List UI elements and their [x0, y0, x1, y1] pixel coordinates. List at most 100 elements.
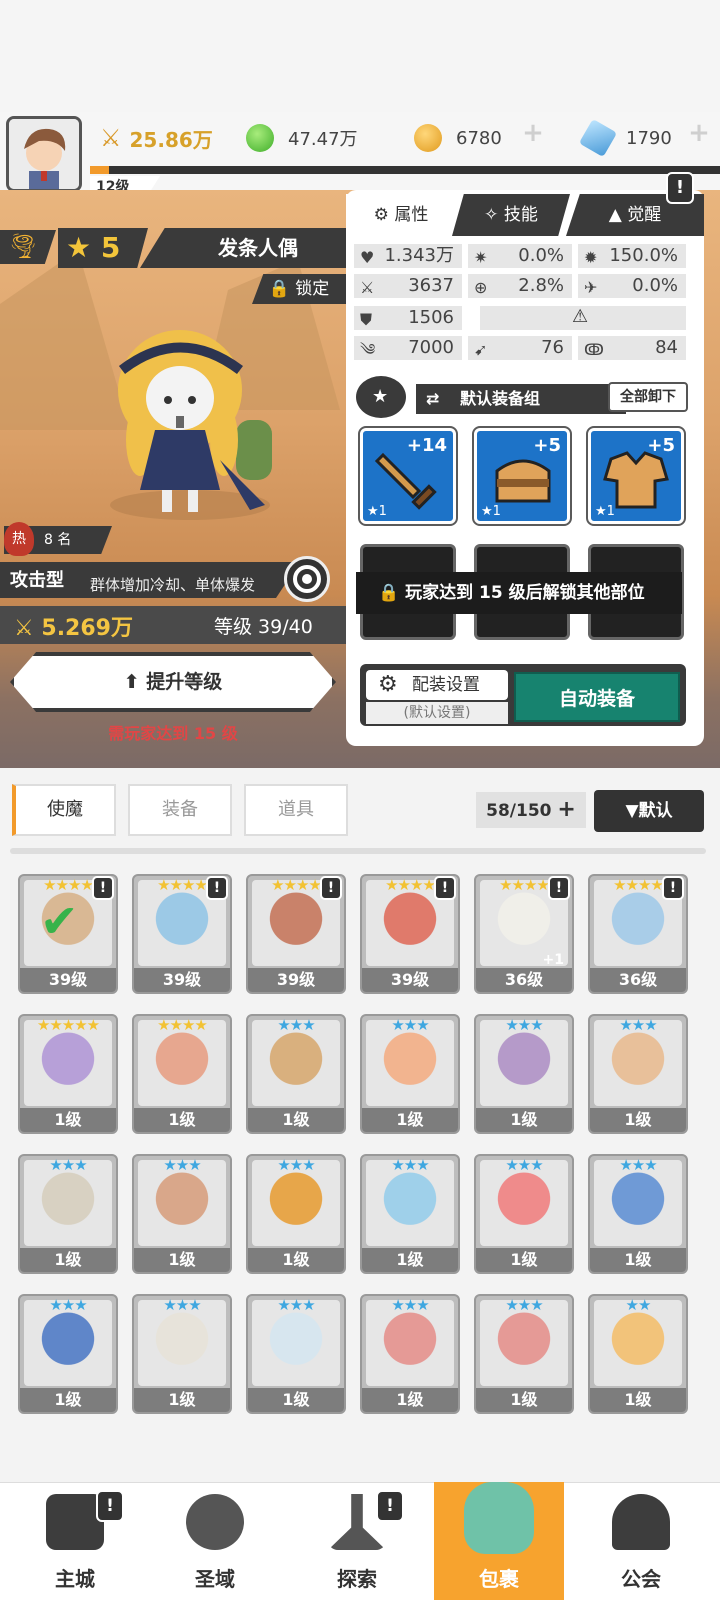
awaken-icon: ▲: [608, 205, 628, 225]
familiar-card[interactable]: ★★★ 1级: [474, 1154, 574, 1274]
familiar-card[interactable]: ★★ 1级: [588, 1294, 688, 1414]
equip-stars: ★1: [595, 504, 615, 519]
inventory-capacity[interactable]: 58/150 +: [476, 792, 586, 828]
hero-type-description: 群体增加冷却、单体爆发: [90, 576, 256, 594]
gold-resource: 6780: [414, 122, 502, 154]
familiar-card[interactable]: ★★★ 1级: [360, 1014, 460, 1134]
familiar-card[interactable]: ★★★ 1级: [132, 1294, 232, 1414]
familiar-card[interactable]: ★★★ 1级: [588, 1154, 688, 1274]
familiar-card[interactable]: ★★★★! 39级: [360, 874, 460, 994]
player-avatar[interactable]: [6, 116, 82, 192]
stat-speed-value: 7000: [408, 337, 454, 358]
nav-sanctuary[interactable]: 圣域: [150, 1482, 280, 1600]
tab-attributes[interactable]: ⚙ 属性: [346, 194, 456, 236]
auto-equip-button[interactable]: 自动装备: [514, 672, 680, 722]
lock-icon: 🔒: [268, 279, 290, 299]
familiar-card[interactable]: ★★★★★ 1级: [18, 1014, 118, 1134]
stat-crit-damage-value: 150.0%: [609, 245, 678, 266]
equip-slot-helmet[interactable]: +5 ★1: [472, 426, 572, 526]
awaken-alert-icon: !: [666, 172, 694, 204]
familiar-level: 1级: [20, 1248, 116, 1272]
tab-familiars[interactable]: 使魔: [12, 784, 116, 836]
pierce-icon: ➹: [474, 340, 488, 359]
add-diamond-button[interactable]: +: [684, 118, 714, 148]
switch-view-button[interactable]: [284, 556, 330, 602]
alert-icon: !: [206, 876, 228, 900]
upgrade-label: 提升等级: [146, 671, 223, 693]
familiar-stars: ★★★: [505, 1016, 543, 1034]
familiar-level: 1级: [362, 1248, 458, 1272]
familiar-level: 1级: [134, 1248, 230, 1272]
familiar-level: 1级: [476, 1248, 572, 1272]
familiar-plus: +1: [542, 952, 564, 968]
nav-guild[interactable]: 公会: [576, 1482, 706, 1600]
familiar-card[interactable]: ★★★ 1级: [474, 1014, 574, 1134]
lock-button[interactable]: 🔒 锁定: [252, 274, 346, 304]
alert-icon: !: [548, 876, 570, 900]
upgrade-level-button[interactable]: ⬆ 提升等级: [10, 652, 336, 712]
familiar-card[interactable]: ★★★★ 1级: [132, 1014, 232, 1134]
familiar-card[interactable]: ★★★★! 39级: [246, 874, 346, 994]
familiar-stars: ★★★: [619, 1016, 657, 1034]
equip-stars: ★1: [481, 504, 501, 519]
alert-icon: !: [662, 876, 684, 900]
equip-group-selector[interactable]: ⇄ 默认装备组: [416, 384, 626, 414]
stat-dodge: ✈ 0.0%: [578, 274, 686, 298]
familiar-card[interactable]: ★★★ 1级: [360, 1294, 460, 1414]
familiar-card[interactable]: ★★★ 1级: [474, 1294, 574, 1414]
locked-slots-text: 玩家达到 15 级后解锁其他部位: [405, 583, 645, 603]
tab-items[interactable]: 道具: [244, 784, 348, 836]
fire-hot-icon: 热: [4, 522, 34, 556]
nav-bag[interactable]: 包裹: [434, 1482, 564, 1600]
slime-bag-icon: [464, 1482, 534, 1554]
tab-skills[interactable]: ✧ 技能: [452, 194, 570, 236]
familiar-card[interactable]: ★★★ 1级: [360, 1154, 460, 1274]
hero-character[interactable]: [100, 330, 280, 530]
stat-crit-damage: ✹ 150.0%: [578, 244, 686, 268]
familiar-level: 1级: [476, 1388, 572, 1412]
familiar-card[interactable]: ★★★ 1级: [18, 1154, 118, 1274]
familiar-card[interactable]: ★★★ 1级: [246, 1294, 346, 1414]
familiar-level: 1级: [590, 1248, 686, 1272]
locked-slots-message: 🔒 玩家达到 15 级后解锁其他部位: [356, 572, 682, 614]
hero-star-value: 5: [100, 231, 121, 264]
stat-dodge-value: 0.0%: [632, 275, 678, 296]
gear-icon: ⚙: [378, 672, 398, 697]
familiar-level: 36级: [590, 968, 686, 992]
arrow-up-icon: ⬆: [123, 671, 147, 693]
tab-awaken-label: 觉醒: [627, 205, 662, 225]
divider: [10, 848, 706, 854]
xp-bar: [90, 166, 720, 174]
stat-hp: ♥ 1.343万: [354, 244, 462, 268]
familiar-card[interactable]: ★★★★! ✔ 39级: [18, 874, 118, 994]
familiar-card[interactable]: ★★★★! 36级: [588, 874, 688, 994]
wind-icon: ༄: [360, 340, 376, 359]
equip-slot-armor[interactable]: +5 ★1: [586, 426, 686, 526]
stat-crit-value: 0.0%: [518, 245, 564, 266]
equip-slot-weapon[interactable]: +14 ★1: [358, 426, 458, 526]
nav-label: 公会: [621, 1567, 661, 1591]
add-gold-button[interactable]: +: [518, 118, 548, 148]
familiar-card[interactable]: ★★★★! +1 36级: [474, 874, 574, 994]
familiar-stars: ★★★: [619, 1156, 657, 1174]
burst-icon: ✷: [474, 248, 488, 267]
main-city-alert-icon: !: [96, 1490, 124, 1522]
familiar-level: 1级: [134, 1388, 230, 1412]
familiar-card[interactable]: ★★★ 1级: [588, 1014, 688, 1134]
sort-dropdown[interactable]: ▼默认: [594, 790, 704, 832]
unequip-all-button[interactable]: 全部卸下: [608, 382, 688, 412]
loadout-settings-button[interactable]: ⚙ 配装设置: [366, 670, 508, 700]
tab-equipment[interactable]: 装备: [128, 784, 232, 836]
familiar-card[interactable]: ★★★ 1级: [246, 1154, 346, 1274]
plus-icon: +: [557, 797, 576, 822]
familiar-card[interactable]: ★★★ 1级: [132, 1154, 232, 1274]
familiar-card[interactable]: ★★★ 1级: [246, 1014, 346, 1134]
stat-defense: ⛊ 1506: [354, 306, 462, 330]
tab-skills-label: 技能: [503, 205, 538, 225]
alert-icon: !: [434, 876, 456, 900]
familiar-card[interactable]: ★★★★! 39级: [132, 874, 232, 994]
nav-label: 主城: [55, 1567, 95, 1591]
stat-accuracy-value: 2.8%: [518, 275, 564, 296]
familiar-card[interactable]: ★★★ 1级: [18, 1294, 118, 1414]
xp-fill: [90, 166, 109, 174]
